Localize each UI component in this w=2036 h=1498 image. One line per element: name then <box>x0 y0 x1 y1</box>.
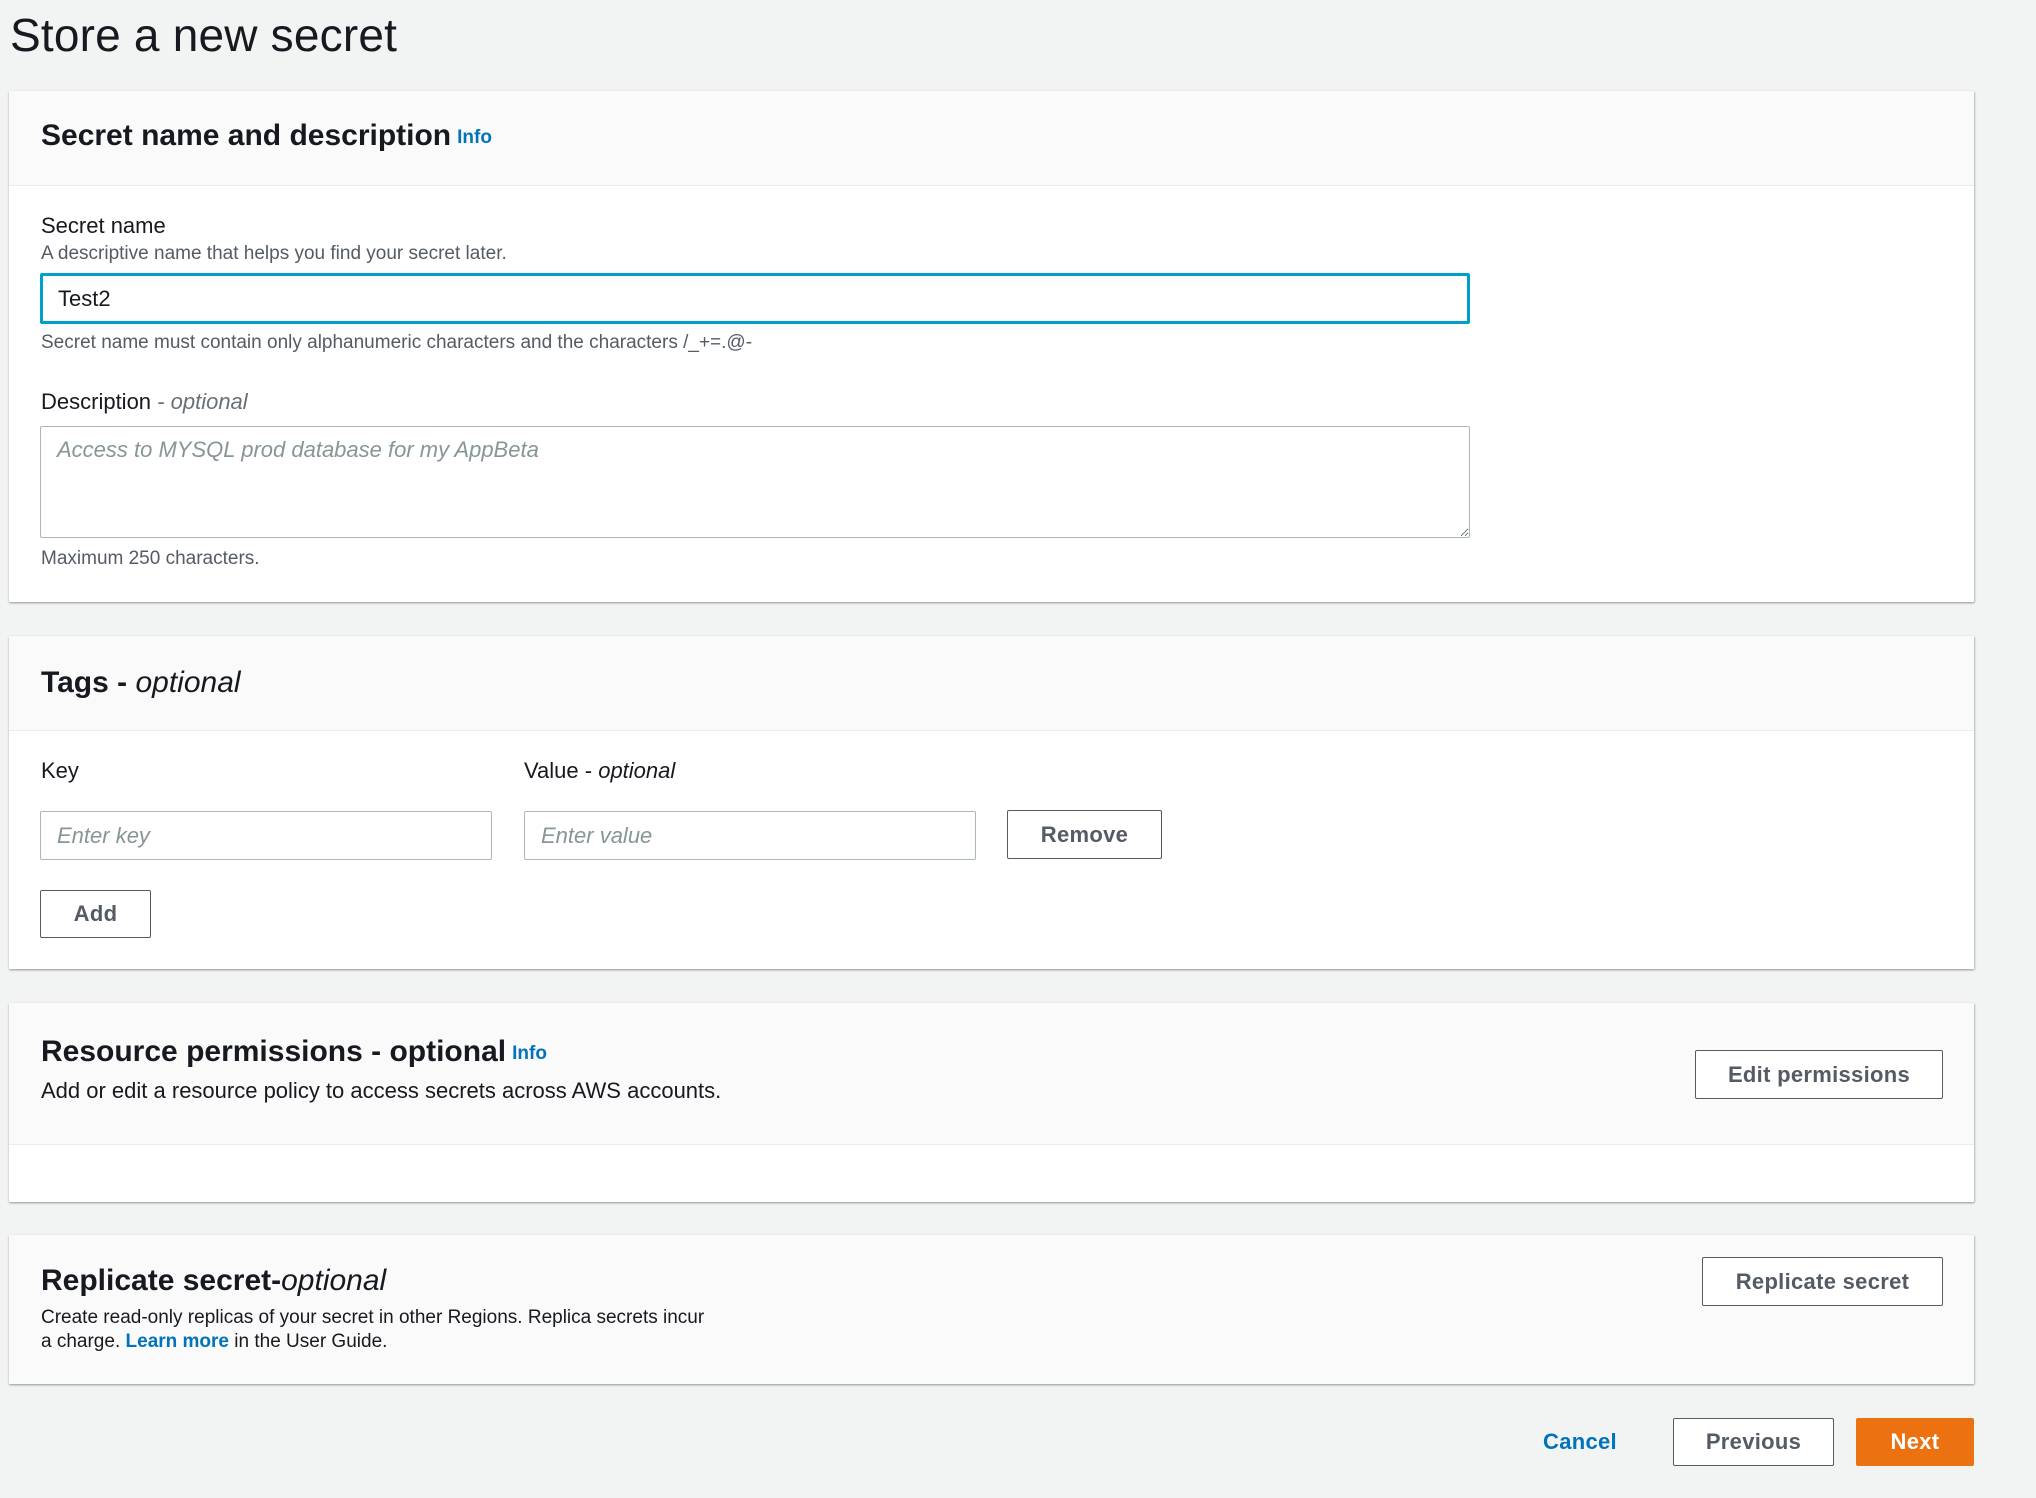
remove-tag-button[interactable]: Remove <box>1007 810 1162 859</box>
resource-permissions-info-link[interactable]: Info <box>512 1043 547 1064</box>
replicate-secret-panel-header: Replicate secret-optional Create read-on… <box>9 1235 1974 1384</box>
tags-panel: Tags - optional Key Value - optional Rem… <box>9 636 1974 969</box>
replicate-secret-button[interactable]: Replicate secret <box>1702 1257 1943 1306</box>
previous-button[interactable]: Previous <box>1673 1418 1834 1466</box>
replicate-secret-description-line1: Create read-only replicas of your secret… <box>41 1307 705 1328</box>
resource-permissions-panel: Resource permissions - optional Info Add … <box>9 1003 1974 1202</box>
tag-key-input[interactable] <box>40 811 492 860</box>
tags-panel-title-optional: optional <box>135 666 241 699</box>
description-label-text: Description <box>41 389 152 414</box>
replicate-secret-panel-title: Replicate secret-optional <box>41 1264 386 1298</box>
replicate-secret-title-text: Replicate secret- <box>41 1264 282 1297</box>
secret-name-panel-title-text: Secret name and description <box>41 119 452 152</box>
resource-permissions-title-text: Resource permissions - optional <box>41 1035 507 1068</box>
description-optional: - optional <box>157 389 248 414</box>
secret-name-panel-header: Secret name and description Info <box>9 91 1974 186</box>
page-title: Store a new secret <box>10 9 398 61</box>
tag-value-label-text: Value - <box>524 758 593 783</box>
secret-name-panel-title: Secret name and description Info <box>41 119 492 153</box>
tags-panel-header: Tags - optional <box>9 636 1974 731</box>
edit-permissions-button[interactable]: Edit permissions <box>1695 1050 1943 1099</box>
secret-name-panel: Secret name and description Info Secret n… <box>9 91 1974 602</box>
secret-name-description: A descriptive name that helps you find y… <box>41 243 507 264</box>
secret-name-constraint: Secret name must contain only alphanumer… <box>41 332 753 353</box>
replicate-secret-description-suffix: in the User Guide. <box>234 1331 388 1352</box>
secret-name-info-link[interactable]: Info <box>457 127 492 148</box>
secret-name-input[interactable] <box>40 273 1470 324</box>
cancel-button[interactable]: Cancel <box>1530 1418 1630 1466</box>
replicate-secret-description-prefix: a charge. <box>41 1331 121 1352</box>
add-tag-button[interactable]: Add <box>40 890 151 938</box>
next-button[interactable]: Next <box>1856 1418 1974 1466</box>
tag-value-input[interactable] <box>524 811 976 860</box>
tag-key-label: Key <box>41 758 79 783</box>
description-constraint: Maximum 250 characters. <box>41 548 260 569</box>
tags-panel-title: Tags - optional <box>41 666 241 700</box>
replicate-secret-panel: Replicate secret-optional Create read-on… <box>9 1235 1974 1384</box>
tag-value-optional: optional <box>598 758 676 783</box>
resource-permissions-panel-header: Resource permissions - optional Info Add … <box>9 1003 1974 1145</box>
replicate-secret-description-line2: a charge. Learn more in the User Guide. <box>41 1331 387 1353</box>
replicate-secret-title-optional: optional <box>281 1264 387 1297</box>
learn-more-link[interactable]: Learn more <box>126 1331 229 1352</box>
secret-name-label: Secret name <box>41 213 166 238</box>
resource-permissions-description: Add or edit a resource policy to access … <box>41 1078 722 1103</box>
description-textarea[interactable] <box>40 426 1470 538</box>
description-label: Description - optional <box>41 389 248 415</box>
resource-permissions-panel-title: Resource permissions - optional Info <box>41 1035 547 1069</box>
tag-value-label: Value - optional <box>524 758 675 784</box>
tags-panel-title-text: Tags - <box>41 666 128 699</box>
